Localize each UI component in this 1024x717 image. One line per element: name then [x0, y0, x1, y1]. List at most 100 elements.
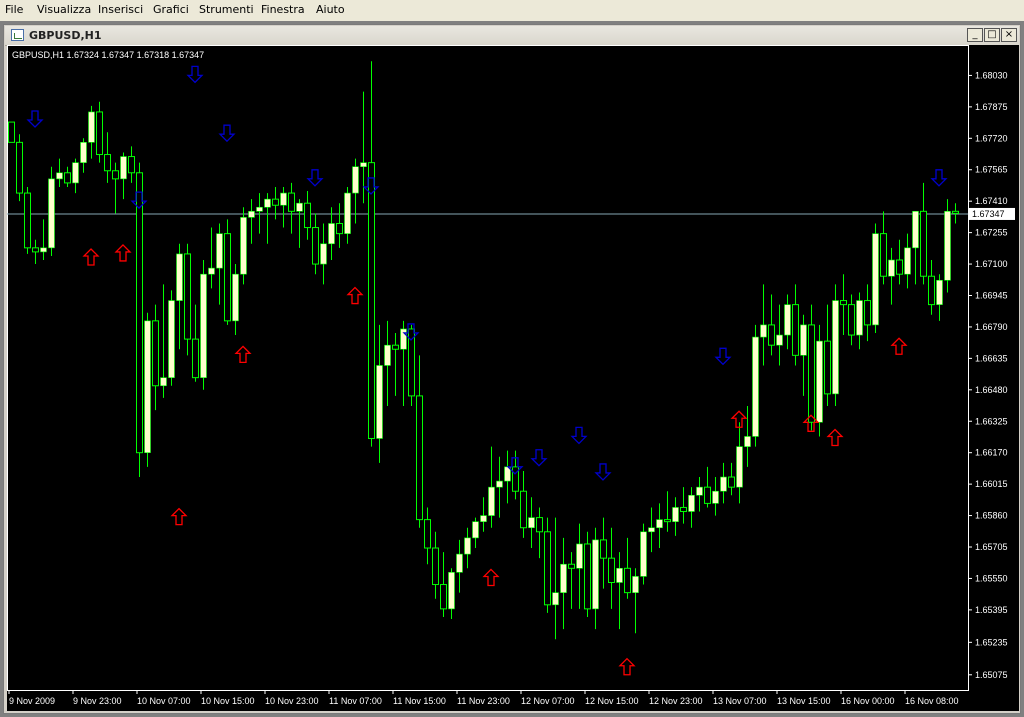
candle-body-bull: [888, 259, 895, 277]
up-arrow-icon: [482, 568, 500, 587]
candle-body-bear: [600, 539, 607, 559]
maximize-button[interactable]: □: [984, 28, 1000, 42]
menu-bar: File Visualizza Inserisci Grafici Strumenti F…: [0, 0, 1024, 22]
price-chart[interactable]: GBPUSD,H1 1.67324 1.67347 1.67318 1.6734…: [7, 45, 1019, 711]
candle-body-bull: [912, 211, 919, 249]
menu-item-finestra[interactable]: Finestra: [261, 3, 305, 16]
down-arrow-icon: [530, 449, 548, 467]
menu-item-grafici[interactable]: Grafici: [153, 3, 189, 16]
candle-body-bull: [80, 142, 87, 163]
candle-body-bull: [200, 273, 207, 378]
y-tick-label: 1.67410: [975, 196, 1008, 206]
candle-body-bull: [232, 273, 239, 322]
y-tick-label: 1.67255: [975, 228, 1008, 238]
candle-body-bull: [376, 365, 383, 439]
candle-body-bull: [760, 324, 767, 338]
candle-body-bull: [528, 517, 535, 529]
up-arrow-icon: [346, 286, 364, 305]
candle-body-bull: [936, 279, 943, 305]
candle-body-bear: [608, 557, 615, 584]
candle-body-bull: [120, 156, 127, 180]
candle-body-bull: [344, 192, 351, 234]
candle-body-bear: [96, 111, 103, 156]
candle-body-bull: [712, 490, 719, 504]
menu-item-strumenti[interactable]: Strumenti: [199, 3, 254, 16]
y-tick-label: 1.67875: [975, 102, 1008, 112]
candle-body-bear: [568, 563, 575, 569]
candle-body-bear: [952, 210, 959, 214]
y-tick-label: 1.66945: [975, 290, 1008, 300]
y-tick-label: 1.66790: [975, 322, 1008, 332]
candle-body-bear: [184, 253, 191, 340]
menu-item-inserisci[interactable]: Inserisci: [98, 3, 143, 16]
down-arrow-icon: [714, 347, 732, 366]
candle-body-bear: [808, 324, 815, 423]
candle-body-bear: [840, 300, 847, 306]
candle-body-bull: [352, 166, 359, 194]
window-titlebar[interactable]: GBPUSD,H1 _ □ ×: [5, 26, 1019, 46]
candle-body-bear: [624, 567, 631, 594]
candle-body-bull: [944, 211, 951, 281]
y-tick-label: 1.67565: [975, 165, 1008, 175]
menu-item-visualizza[interactable]: Visualizza: [37, 3, 91, 16]
candle-body-bear: [896, 259, 903, 275]
candle-body-bear: [336, 222, 343, 235]
candle-body-bear: [8, 121, 15, 143]
candle-body-bull: [72, 162, 79, 184]
chart-svg[interactable]: GBPUSD,H1 1.67324 1.67347 1.67318 1.6734…: [7, 45, 1019, 711]
candle-body-bear: [880, 233, 887, 277]
candle-body-bear: [536, 517, 543, 533]
candle-body-bear: [152, 320, 159, 387]
candle-body-bull: [480, 515, 487, 522]
candle-body-bull: [872, 233, 879, 326]
x-tick-label: 10 Nov 23:00: [265, 696, 319, 706]
candle-body-bull: [688, 494, 695, 512]
down-arrow-icon: [306, 169, 324, 187]
up-arrow-icon: [826, 428, 844, 447]
candle-body-bull: [488, 486, 495, 516]
candle-body-bear: [392, 344, 399, 350]
up-arrow-icon: [82, 248, 100, 266]
candle-body-bull: [616, 568, 623, 583]
candle-body-bear: [768, 324, 775, 346]
candle-body-bull: [360, 162, 367, 167]
candle-body-bull: [784, 304, 791, 336]
menu-item-file[interactable]: File: [5, 3, 23, 16]
candle-body-bull: [400, 328, 407, 350]
candle-body-bear: [128, 156, 135, 174]
candle-body-bear: [928, 275, 935, 306]
up-arrow-icon: [170, 507, 188, 526]
x-tick-label: 12 Nov 23:00: [649, 696, 703, 706]
candle-body-bull: [576, 543, 583, 569]
candle-body-bull: [144, 320, 151, 453]
candle-body-bull: [296, 202, 303, 212]
candle-body-bear: [416, 395, 423, 521]
candle-body-bear: [424, 519, 431, 549]
y-tick-label: 1.66635: [975, 353, 1008, 363]
current-price-label: 1.67347: [972, 209, 1005, 219]
y-tick-label: 1.66015: [975, 479, 1008, 489]
down-arrow-icon: [594, 463, 612, 481]
x-tick-label: 11 Nov 15:00: [393, 696, 446, 706]
minimize-button[interactable]: _: [967, 28, 983, 42]
candle-body-bull: [656, 519, 663, 529]
x-tick-label: 10 Nov 07:00: [137, 696, 191, 706]
candle-body-bull: [832, 300, 839, 395]
down-arrow-icon: [26, 110, 44, 128]
candle-body-bear: [792, 304, 799, 356]
candle-body-bull: [240, 217, 247, 275]
candle-body-bull: [256, 206, 263, 212]
x-tick-label: 13 Nov 15:00: [777, 696, 831, 706]
close-button[interactable]: ×: [1001, 28, 1017, 42]
candle-body-bull: [560, 563, 567, 593]
x-tick-label: 10 Nov 15:00: [201, 696, 255, 706]
candle-body-bear: [824, 340, 831, 395]
up-arrow-icon: [890, 337, 908, 355]
candle-body-bear: [368, 162, 375, 439]
menu-item-aiuto[interactable]: Aiuto: [316, 3, 345, 16]
candle-body-bear: [288, 192, 295, 212]
candle-body-bull: [648, 527, 655, 533]
candle-body-bear: [520, 490, 527, 529]
y-tick-label: 1.67720: [975, 133, 1008, 143]
y-tick-label: 1.65395: [975, 605, 1008, 615]
